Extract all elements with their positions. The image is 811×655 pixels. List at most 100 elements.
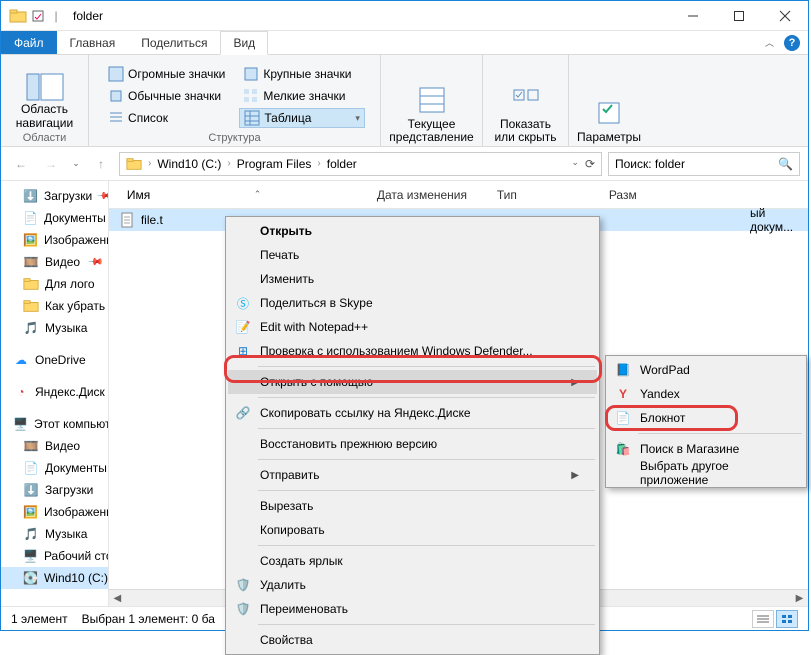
status-count: 1 элемент (11, 612, 68, 626)
search-placeholder: Поиск: folder (615, 157, 774, 171)
ribbon-collapse-icon[interactable]: ︿ (765, 36, 774, 49)
layout-options: Огромные значки Крупные значки Обычные з… (100, 62, 369, 130)
tree-documents[interactable]: 📄Документы📌 (1, 207, 108, 229)
layout-huge[interactable]: Огромные значки (104, 64, 229, 84)
options-button[interactable]: Параметры (559, 93, 659, 144)
titlebar: | folder (1, 1, 808, 31)
layout-normal[interactable]: Обычные значки (104, 86, 229, 106)
tree-yadisk[interactable]: ◔Яндекс.Диск (1, 381, 108, 403)
tree-forlogo[interactable]: Для лого (1, 273, 108, 295)
col-name[interactable]: Имя⌃ (119, 188, 369, 202)
link-icon: 🔗 (234, 404, 252, 422)
up-button[interactable]: ↑ (89, 152, 113, 176)
tree-documents2[interactable]: 📄Документы (1, 457, 108, 479)
nav-tree[interactable]: ⬇️Загрузки📌 📄Документы📌 🖼️Изображени📌 🎞️… (1, 181, 109, 606)
ctx-cut[interactable]: Вырезать (228, 494, 597, 518)
layout-table[interactable]: Таблица▾ (239, 108, 365, 128)
address-dropdown-icon[interactable]: ⌄ (571, 157, 579, 171)
open-with-submenu: 📘WordPad YYandex 📄Блокнот 🛍️Поиск в Мага… (605, 355, 807, 488)
quickaccess-dropdown-icon[interactable]: | (47, 9, 65, 23)
minimize-button[interactable] (670, 1, 716, 31)
sub-notepad[interactable]: 📄Блокнот (608, 406, 804, 430)
crumb-folder[interactable]: folder (323, 157, 361, 171)
history-dropdown[interactable]: ⌄ (69, 152, 83, 176)
column-headers[interactable]: Имя⌃ Дата изменения Тип Разм (109, 181, 808, 209)
wordpad-icon: 📘 (614, 361, 632, 379)
tree-downloads[interactable]: ⬇️Загрузки📌 (1, 185, 108, 207)
shield-icon: 🛡️ (234, 600, 252, 618)
ctx-defender[interactable]: ⊞Проверка с использованием Windows Defen… (228, 339, 597, 363)
breadcrumb[interactable]: › Wind10 (C:)› Program Files› folder ⌄⟳ (119, 152, 602, 176)
tree-cdrive[interactable]: 💽Wind10 (C:) (1, 567, 108, 589)
crumb-drive[interactable]: Wind10 (C:) (153, 157, 225, 171)
tree-onedrive[interactable]: ☁OneDrive (1, 349, 108, 371)
ctx-open-with[interactable]: Открыть с помощью▶ (228, 370, 597, 394)
tree-music2[interactable]: 🎵Музыка (1, 523, 108, 545)
maximize-button[interactable] (716, 1, 762, 31)
back-button[interactable]: ← (9, 152, 33, 176)
ctx-open[interactable]: Открыть (228, 219, 597, 243)
ribbon: Область навигации Области Огромные значк… (1, 55, 808, 147)
sub-store[interactable]: 🛍️Поиск в Магазине (608, 437, 804, 461)
ctx-edit[interactable]: Изменить (228, 267, 597, 291)
ribbon-group-layout: Структура (208, 130, 260, 144)
address-bar: ← → ⌄ ↑ › Wind10 (C:)› Program Files› fo… (1, 147, 808, 181)
ctx-copy[interactable]: Копировать (228, 518, 597, 542)
tab-view[interactable]: Вид (220, 31, 268, 55)
tree-howto[interactable]: Как убрать паро (1, 295, 108, 317)
ribbon-tabs: Файл Главная Поделиться Вид ︿ ? (1, 31, 808, 55)
tab-file[interactable]: Файл (1, 31, 57, 54)
tree-images2[interactable]: 🖼️Изображения (1, 501, 108, 523)
shield-icon: 🛡️ (234, 576, 252, 594)
tree-music[interactable]: 🎵Музыка (1, 317, 108, 339)
skype-icon: Ⓢ (234, 294, 252, 312)
tree-video2[interactable]: 🎞️Видео (1, 435, 108, 457)
file-icon (119, 212, 135, 228)
col-size[interactable]: Разм (601, 188, 808, 202)
ctx-delete[interactable]: 🛡️Удалить (228, 573, 597, 597)
tree-images[interactable]: 🖼️Изображени📌 (1, 229, 108, 251)
view-icons-icon[interactable] (776, 610, 798, 628)
sub-other[interactable]: Выбрать другое приложение (608, 461, 804, 485)
ctx-notepadpp[interactable]: 📝Edit with Notepad++ (228, 315, 597, 339)
search-input[interactable]: Поиск: folder 🔍 (608, 152, 800, 176)
view-details-icon[interactable] (752, 610, 774, 628)
ctx-print[interactable]: Печать (228, 243, 597, 267)
ctx-shortcut[interactable]: Создать ярлык (228, 549, 597, 573)
navigation-pane-button[interactable]: Область навигации (5, 68, 85, 130)
crumb-programfiles[interactable]: Program Files (233, 157, 316, 171)
ctx-properties[interactable]: Свойства (228, 628, 597, 652)
layout-large[interactable]: Крупные значки (239, 64, 365, 84)
tab-home[interactable]: Главная (57, 31, 129, 54)
current-view-button[interactable]: Текущее представление (382, 80, 482, 144)
tab-share[interactable]: Поделиться (128, 31, 220, 54)
layout-small[interactable]: Мелкие значки (239, 86, 365, 106)
status-selection: Выбран 1 элемент: 0 ба (82, 612, 215, 626)
ctx-skype[interactable]: ⓈПоделиться в Skype (228, 291, 597, 315)
layout-list[interactable]: Список (104, 108, 229, 128)
ctx-restore[interactable]: Восстановить прежнюю версию (228, 432, 597, 456)
ctx-send[interactable]: Отправить▶ (228, 463, 597, 487)
context-menu: Открыть Печать Изменить ⓈПоделиться в Sk… (225, 216, 600, 655)
ribbon-group-areas: Области (23, 130, 67, 144)
forward-button[interactable]: → (39, 152, 63, 176)
quickaccess-save-icon[interactable] (29, 10, 47, 22)
tree-desktop[interactable]: 🖥️Рабочий стол (1, 545, 108, 567)
ctx-yandex-link[interactable]: 🔗Скопировать ссылку на Яндекс.Диске (228, 401, 597, 425)
tree-video[interactable]: 🎞️Видео📌 (1, 251, 108, 273)
help-icon[interactable]: ? (784, 35, 800, 51)
ctx-rename[interactable]: 🛡️Переименовать (228, 597, 597, 621)
search-icon: 🔍 (778, 157, 793, 171)
defender-icon: ⊞ (234, 342, 252, 360)
navigation-pane-label: Область навигации (16, 102, 73, 130)
tree-downloads2[interactable]: ⬇️Загрузки (1, 479, 108, 501)
yandex-icon: Y (614, 385, 632, 403)
sub-yandex[interactable]: YYandex (608, 382, 804, 406)
sub-wordpad[interactable]: 📘WordPad (608, 358, 804, 382)
col-date[interactable]: Дата изменения (369, 188, 489, 202)
tree-thispc[interactable]: 🖥️Этот компьютер (1, 413, 108, 435)
close-button[interactable] (762, 1, 808, 31)
refresh-icon[interactable]: ⟳ (585, 157, 595, 171)
col-type[interactable]: Тип (489, 188, 601, 202)
store-icon: 🛍️ (614, 440, 632, 458)
